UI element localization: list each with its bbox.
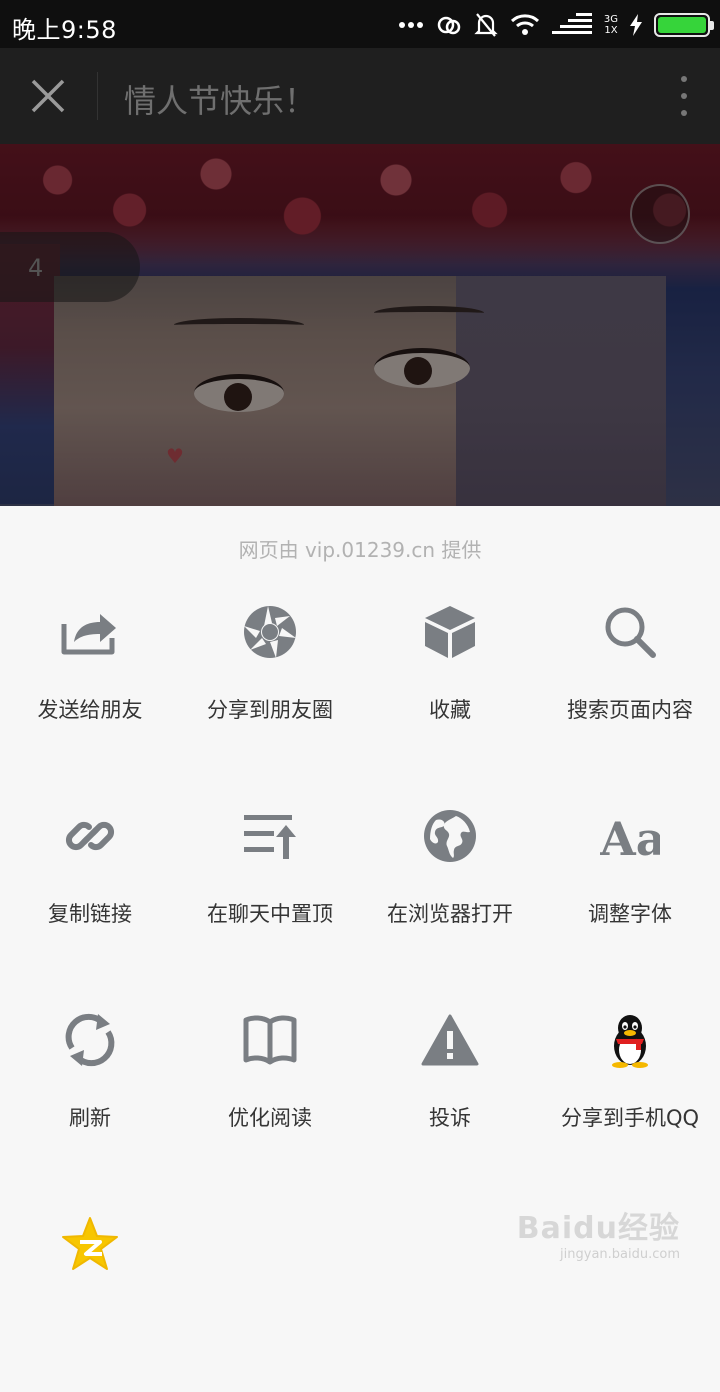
status-time: 晚上9:58: [12, 16, 117, 44]
send-to-friend-icon: [61, 614, 116, 655]
action-favorite[interactable]: 收藏: [360, 576, 540, 780]
action-row: 复制链接 在聊天中置顶 在浏览器打开 Aa 调整字体: [0, 780, 720, 984]
web-content[interactable]: ♥ 4: [0, 144, 720, 506]
moments-icon: [244, 606, 296, 658]
battery-indicator: [654, 13, 714, 37]
more-dot: [681, 93, 687, 99]
network-type: 3G 1X: [603, 14, 618, 36]
action-pin-chat[interactable]: 在聊天中置顶: [180, 780, 360, 984]
mute-bell-icon: [474, 13, 498, 37]
more-menu-button[interactable]: [668, 72, 700, 120]
dim-overlay[interactable]: [0, 144, 720, 506]
close-button[interactable]: [18, 66, 78, 126]
battery-fill: [658, 17, 706, 33]
status-icons: 3G 1X: [398, 10, 714, 40]
action-refresh[interactable]: 刷新: [0, 984, 180, 1188]
close-icon: [31, 79, 65, 113]
provider-text: 网页由 vip.01239.cn 提供: [238, 538, 482, 562]
action-search-page[interactable]: 搜索页面内容: [540, 576, 720, 780]
baidu-watermark: Baidu经验 jingyan.baidu.com: [516, 1211, 680, 1262]
svg-text:Aa: Aa: [600, 812, 660, 861]
sync-icon: [437, 16, 461, 35]
link-icon: [65, 821, 115, 851]
pin-to-top-icon: [244, 815, 296, 859]
action-grid: 发送给朋友 分享到朋友圈 收藏 搜索页面内容 复制链接 在聊天中置顶 在浏览器打…: [0, 576, 720, 1392]
more-dots-icon: [398, 22, 423, 28]
more-dot: [681, 110, 687, 116]
action-share-qq[interactable]: 分享到手机QQ: [540, 984, 720, 1188]
action-row: 发送给朋友 分享到朋友圈 收藏 搜索页面内容: [0, 576, 720, 780]
qq-penguin-icon: [612, 1015, 648, 1068]
page-title: 情人节快乐！: [124, 82, 317, 120]
action-share-moments[interactable]: 分享到朋友圈: [180, 576, 360, 780]
more-dot: [681, 76, 687, 82]
qzone-star-icon: [62, 1217, 118, 1270]
charging-bolt-icon: [630, 14, 642, 36]
action-share-qzone[interactable]: [0, 1188, 180, 1392]
title-divider: [97, 72, 98, 120]
action-font-size[interactable]: Aa 调整字体: [540, 780, 720, 984]
font-icon: Aa: [600, 812, 660, 861]
favorite-box-icon: [425, 606, 475, 658]
warning-icon: [421, 1014, 479, 1066]
title-bar: 情人节快乐！: [0, 48, 720, 144]
action-send-to-friend[interactable]: 发送给朋友: [0, 576, 180, 780]
action-report[interactable]: 投诉: [360, 984, 540, 1188]
action-row: 刷新 优化阅读 投诉 分享到手机QQ: [0, 984, 720, 1188]
signal-icon: [551, 13, 592, 34]
action-open-browser[interactable]: 在浏览器打开: [360, 780, 540, 984]
share-sheet: 网页由 vip.01239.cn 提供 发送给朋友 分享到朋友圈 收藏 搜索页面…: [0, 506, 720, 1280]
refresh-icon: [65, 1013, 115, 1067]
book-icon: [243, 1015, 297, 1065]
action-copy-link[interactable]: 复制链接: [0, 780, 180, 984]
action-optimize-reading[interactable]: 优化阅读: [180, 984, 360, 1188]
wifi-icon: [510, 14, 539, 35]
status-bar: 晚上9:58 3G 1X: [0, 0, 720, 48]
search-icon: [605, 607, 656, 658]
globe-icon: [424, 810, 476, 862]
